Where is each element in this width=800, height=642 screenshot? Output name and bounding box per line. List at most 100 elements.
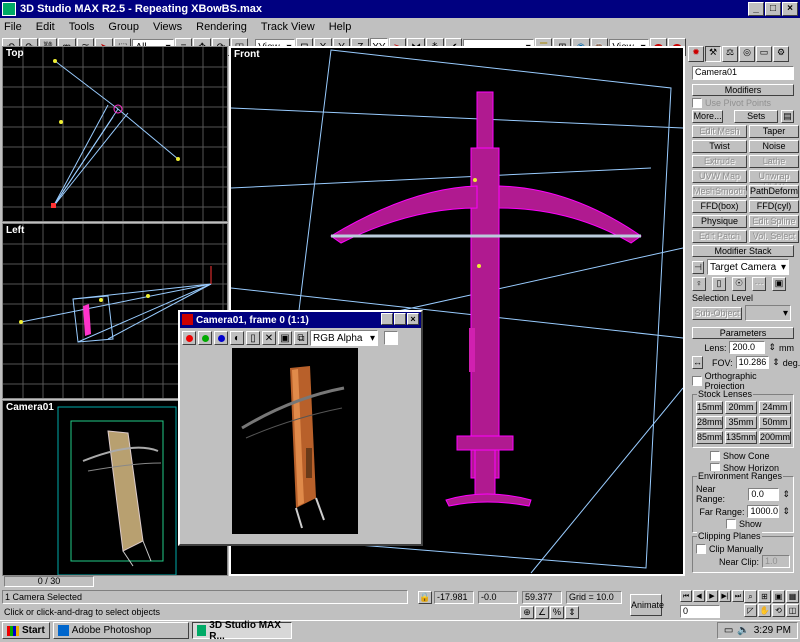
maximize-button[interactable]: □ (765, 2, 781, 16)
snap-toggle-icon[interactable]: ⊕ (520, 606, 534, 619)
menu-help[interactable]: Help (329, 21, 352, 33)
menu-views[interactable]: Views (153, 21, 182, 33)
percent-snap-icon[interactable]: % (550, 606, 564, 619)
lens-50mm-button[interactable]: 50mm (759, 416, 792, 429)
lens-24mm-button[interactable]: 24mm (759, 401, 792, 414)
menu-tools[interactable]: Tools (69, 21, 95, 33)
motion-tab-icon[interactable]: ◎ (739, 46, 755, 62)
lens-field[interactable]: 200.0 (729, 341, 766, 354)
prev-frame-icon[interactable]: ◀ (693, 590, 705, 602)
configure-sets-icon[interactable]: ▤ (781, 110, 794, 123)
angle-snap-icon[interactable]: ∠ (535, 606, 549, 619)
render-frame-window[interactable]: Camera01, frame 0 (1:1) × ◐ ▯ ✕ ▣ ⧉ RGB … (178, 310, 423, 546)
use-pivot-checkbox[interactable] (692, 98, 702, 108)
mod-vol-select-button[interactable]: Vol. Select (749, 230, 800, 243)
zoom-icon[interactable]: ⌕ (744, 590, 757, 603)
start-button[interactable]: Start (2, 622, 50, 639)
mod-edit-patch-button[interactable]: Edit Patch (692, 230, 748, 243)
parameters-rollout-header[interactable]: Parameters (692, 327, 794, 339)
mod-noise-button[interactable]: Noise (749, 140, 800, 153)
mod-unwrap-uvw-button[interactable]: Unwrap UVW (749, 170, 800, 192)
mod-pathdeform-button[interactable]: PathDeform (749, 185, 800, 198)
zoom-extents-icon[interactable]: ▣ (772, 590, 785, 603)
lens-35mm-button[interactable]: 35mm (725, 416, 758, 429)
create-tab-icon[interactable]: ✹ (688, 46, 704, 62)
menu-edit[interactable]: Edit (36, 21, 55, 33)
lens-15mm-button[interactable]: 15mm (696, 401, 724, 414)
clear-icon[interactable]: ✕ (262, 331, 276, 345)
lens-20mm-button[interactable]: 20mm (725, 401, 758, 414)
modifier-stack-rollout-header[interactable]: Modifier Stack (692, 245, 794, 257)
min-max-toggle-icon[interactable]: ◫ (786, 604, 799, 617)
make-unique-icon[interactable]: ▯ (712, 277, 726, 291)
goto-start-icon[interactable]: ⏮ (680, 590, 692, 602)
vfb-close-button[interactable]: × (407, 313, 419, 325)
menu-track-view[interactable]: Track View (261, 21, 315, 33)
menu-group[interactable]: Group (108, 21, 139, 33)
near-range-spinner-icon[interactable]: ⇕ (782, 489, 790, 500)
fov-field[interactable]: 10.286 (735, 356, 770, 369)
animate-button[interactable]: Animate (630, 594, 664, 616)
mod-ffd-box-button[interactable]: FFD(box) (692, 200, 748, 213)
pin-stack-icon[interactable]: ⊣ (692, 260, 704, 274)
lens-200mm-button[interactable]: 200mm (759, 431, 792, 444)
edit-stack-icon[interactable]: ▣ (772, 277, 786, 291)
env-show-checkbox[interactable] (726, 519, 736, 529)
mod-uvw-map-button[interactable]: UVW Map (692, 170, 748, 183)
hierarchy-tab-icon[interactable]: ⚖ (722, 46, 738, 62)
mod-twist-button[interactable]: Twist (692, 140, 748, 153)
menu-file[interactable]: File (4, 21, 22, 33)
more-button[interactable]: More... (692, 110, 724, 123)
green-channel-icon[interactable] (198, 331, 212, 345)
viewport-top-label[interactable]: Top (6, 48, 24, 59)
object-name-field[interactable]: Camera01 (692, 66, 794, 80)
viewport-top[interactable]: Top (2, 46, 228, 222)
lens-85mm-button[interactable]: 85mm (696, 431, 724, 444)
utilities-tab-icon[interactable]: ⚙ (773, 46, 789, 62)
sets-button[interactable]: Sets (734, 110, 779, 123)
network-icon[interactable]: ▭ (724, 625, 733, 636)
active-end-result-icon[interactable]: ♀ (692, 277, 706, 291)
volume-icon[interactable]: 🔈 (737, 625, 749, 636)
lens-spinner-icon[interactable]: ⇕ (768, 342, 776, 353)
task-3dsmax[interactable]: 3D Studio MAX R... (191, 620, 292, 642)
mod-meshsmooth-button[interactable]: MeshSmooth (692, 185, 748, 198)
spinner-snap-icon[interactable]: ⇕ (565, 606, 579, 619)
task-photoshop[interactable]: Adobe Photoshop (52, 622, 189, 639)
modifier-stack-dropdown[interactable]: Target Camera ▾ (707, 259, 789, 275)
mod-ffd-cyl-button[interactable]: FFD(cyl) (749, 200, 800, 213)
zoom-all-icon[interactable]: ⊞ (758, 590, 771, 603)
remove-modifier-icon[interactable]: ☉ (732, 277, 746, 291)
viewport-camera-label[interactable]: Camera01 (6, 402, 54, 413)
ortho-checkbox[interactable] (692, 376, 702, 386)
show-cone-checkbox[interactable] (710, 451, 720, 461)
current-frame-field[interactable]: 0 (680, 605, 720, 618)
save-image-icon[interactable]: ▣ (278, 331, 292, 345)
near-range-field[interactable]: 0.0 (748, 487, 780, 501)
clone-window-icon[interactable]: ⧉ (294, 331, 308, 345)
mod-extrude-button[interactable]: Extrude (692, 155, 748, 168)
mod-taper-button[interactable]: Taper (749, 125, 800, 138)
channel-dropdown[interactable]: RGB Alpha ▾ (310, 330, 378, 346)
modify-tab-icon[interactable]: ⚒ (705, 46, 721, 62)
blue-channel-icon[interactable] (214, 331, 228, 345)
monochrome-icon[interactable]: ▯ (246, 331, 260, 345)
color-swatch[interactable] (384, 331, 398, 345)
vfb-maximize-button[interactable] (394, 313, 406, 325)
mod-edit-spline-button[interactable]: Edit Spline (749, 215, 800, 228)
pan-icon[interactable]: ✋ (758, 604, 771, 617)
render-frame-titlebar[interactable]: Camera01, frame 0 (1:1) × (180, 312, 421, 328)
time-slider[interactable]: 0 / 30 (4, 576, 94, 587)
orbit-icon[interactable]: ⟲ (772, 604, 785, 617)
goto-end-icon[interactable]: ⏭ (732, 590, 744, 602)
sub-object-button[interactable]: Sub-Object (692, 306, 742, 320)
fov-spinner-icon[interactable]: ⇕ (772, 357, 780, 368)
mod-lathe-button[interactable]: Lathe (749, 155, 800, 168)
near-clip-field[interactable]: 1.0 (762, 555, 790, 568)
far-range-spinner-icon[interactable]: ⇕ (782, 506, 790, 517)
sub-object-dropdown[interactable]: ▾ (745, 305, 791, 321)
mod-physique-button[interactable]: Physique (692, 215, 748, 228)
clip-manually-checkbox[interactable] (696, 544, 706, 554)
fov-direction-icon[interactable]: ↔ (692, 356, 703, 369)
play-icon[interactable]: ▶ (706, 590, 718, 602)
